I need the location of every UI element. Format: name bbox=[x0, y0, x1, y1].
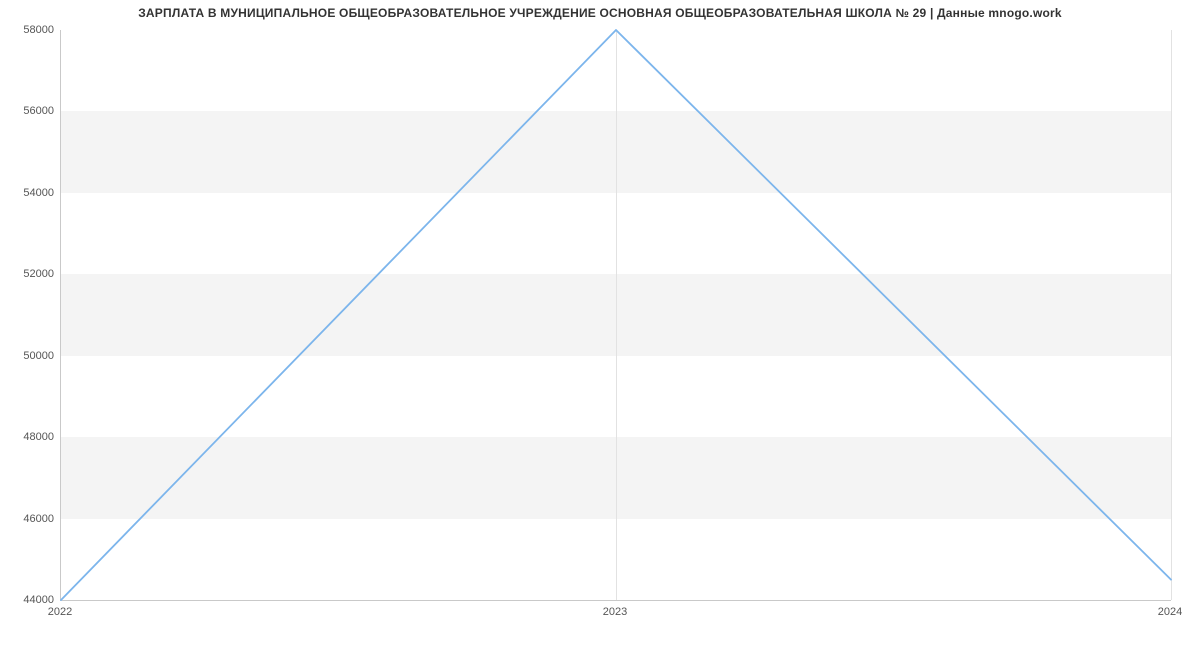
y-tick-label: 52000 bbox=[4, 268, 54, 280]
series-line bbox=[61, 30, 1171, 600]
line-series bbox=[61, 30, 1171, 600]
plot-area bbox=[60, 30, 1171, 601]
y-tick-label: 50000 bbox=[4, 350, 54, 362]
chart-container: ЗАРПЛАТА В МУНИЦИПАЛЬНОЕ ОБЩЕОБРАЗОВАТЕЛ… bbox=[0, 0, 1200, 650]
x-tick-label: 2024 bbox=[1158, 606, 1182, 618]
y-tick-label: 46000 bbox=[4, 513, 54, 525]
y-tick-label: 58000 bbox=[4, 24, 54, 36]
chart-title: ЗАРПЛАТА В МУНИЦИПАЛЬНОЕ ОБЩЕОБРАЗОВАТЕЛ… bbox=[0, 6, 1200, 20]
x-tick-label: 2022 bbox=[48, 606, 72, 618]
y-tick-label: 44000 bbox=[4, 594, 54, 606]
y-tick-label: 48000 bbox=[4, 431, 54, 443]
y-tick-label: 56000 bbox=[4, 105, 54, 117]
grid-vertical bbox=[1171, 30, 1172, 600]
x-tick-label: 2023 bbox=[603, 606, 627, 618]
y-tick-label: 54000 bbox=[4, 187, 54, 199]
